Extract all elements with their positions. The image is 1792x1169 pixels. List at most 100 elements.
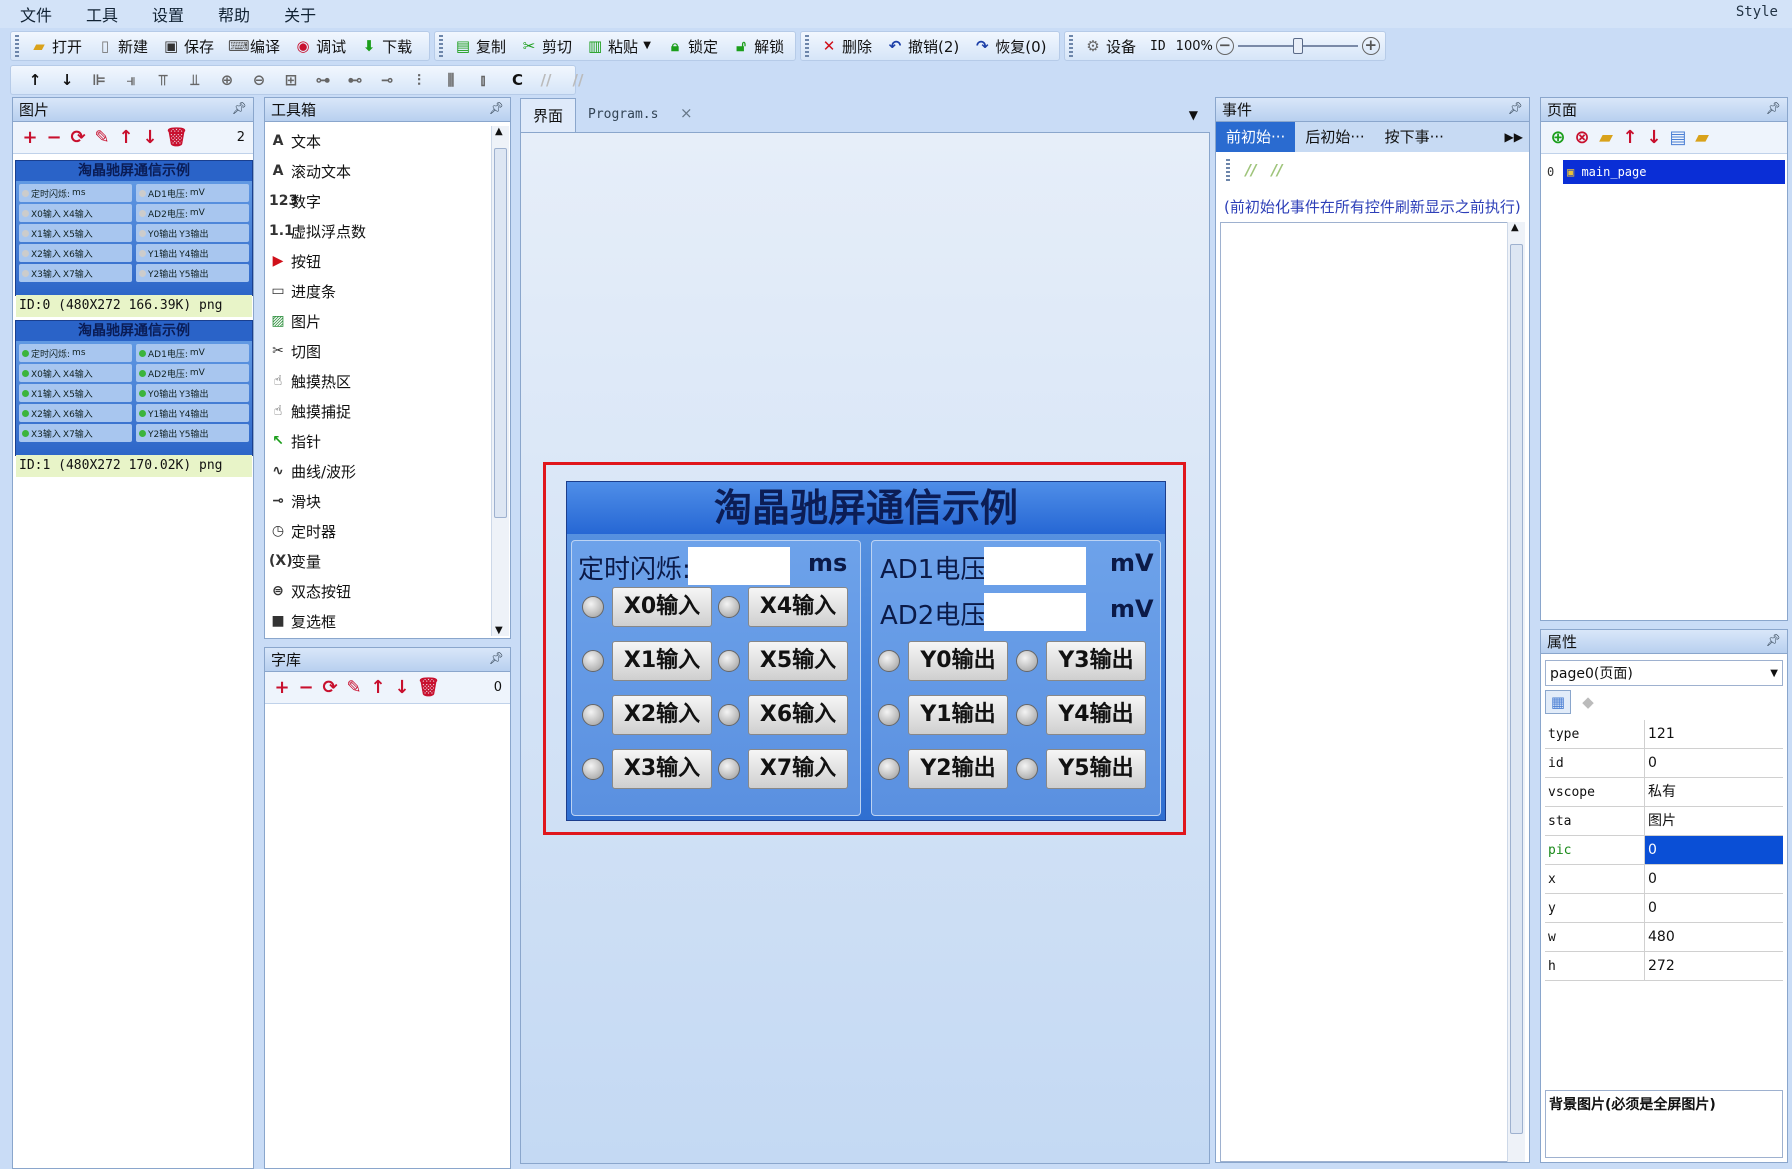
replace-icon[interactable]: ⟳ — [321, 678, 339, 697]
new-button[interactable]: ▯ 新建 — [89, 32, 155, 60]
undo-button[interactable]: ↶ 撤销(2) — [879, 32, 966, 60]
pin-icon[interactable]: 📌︎ — [1766, 101, 1781, 115]
redo-button[interactable]: ↷ 恢复(0) — [966, 32, 1053, 60]
property-value[interactable]: 0 — [1645, 749, 1783, 777]
scrollbar-thumb[interactable] — [1510, 244, 1523, 1134]
toolbox-item[interactable]: ∿ 曲线/波形 — [269, 456, 488, 486]
pin-icon[interactable]: 📌︎ — [1766, 633, 1781, 647]
scroll-up-icon[interactable]: ▲ — [1511, 222, 1519, 233]
trash-icon[interactable]: 🗑︎ — [165, 128, 188, 147]
comment-button[interactable]: C — [505, 66, 530, 94]
toolbar-grip[interactable] — [1069, 35, 1073, 57]
toolbox-item[interactable]: 1.1 虚拟浮点数 — [269, 216, 488, 246]
property-row[interactable]: x0 — [1545, 865, 1783, 894]
add-page-icon[interactable]: ⊕ — [1549, 128, 1567, 147]
property-row[interactable]: id 0 — [1545, 749, 1783, 778]
menu-about[interactable]: 关于 — [264, 2, 330, 26]
save-button[interactable]: ▣ 保存 — [155, 32, 221, 60]
property-value[interactable]: 私有 — [1645, 778, 1783, 806]
property-row[interactable]: sta 图片 — [1545, 807, 1783, 836]
output-button[interactable]: Y5输出 — [1046, 749, 1146, 789]
add-icon[interactable]: + — [21, 128, 39, 147]
menu-tools[interactable]: 工具 — [66, 2, 132, 26]
replace-icon[interactable]: ⟳ — [69, 128, 87, 147]
property-value[interactable]: 0 — [1645, 836, 1783, 864]
zoom-slider-thumb[interactable] — [1292, 38, 1303, 54]
device-button[interactable]: ⚙ 设备 — [1077, 32, 1143, 60]
scroll-down-icon[interactable]: ▼ — [495, 625, 503, 636]
hmi-screen[interactable]: 淘晶驰屏通信示例 定时闪烁: ms X0输入 X4输入 X1输入 X5输入 X2输入 X6… — [566, 481, 1166, 821]
scroll-up-icon[interactable]: ▲ — [495, 126, 503, 137]
toolbar-grip[interactable] — [15, 35, 19, 57]
vspacing-button[interactable]: ⫾ — [467, 66, 499, 94]
arrow-up-icon[interactable]: ↑ — [1621, 128, 1639, 147]
toolbox-item[interactable]: ▨ 图片 — [269, 306, 488, 336]
toolbox-scrollbar[interactable]: ▲ ▼ — [491, 126, 509, 636]
output-button[interactable]: Y0输出 — [908, 641, 1008, 681]
toolbox-item[interactable]: A 文本 — [269, 126, 488, 156]
toolbar-grip[interactable] — [805, 35, 809, 57]
id-toggle[interactable]: ID — [1143, 32, 1173, 60]
input-button[interactable]: X1输入 — [612, 641, 712, 681]
property-row[interactable]: h 272 — [1545, 952, 1783, 981]
toolbox-item[interactable]: A 滚动文本 — [269, 156, 488, 186]
toolbox-item[interactable]: ▶ 按钮 — [269, 246, 488, 276]
toolbox-item[interactable]: ■ 复选框 — [269, 606, 488, 636]
unlock-button[interactable]: 🔓︎ 解锁 — [725, 32, 791, 60]
pin-icon[interactable]: 📌︎ — [489, 651, 504, 665]
edit-icon[interactable]: ✎ — [345, 678, 363, 697]
ad1-field[interactable] — [984, 547, 1086, 585]
center-v-button[interactable]: ⊖ — [243, 66, 275, 94]
remove-icon[interactable]: − — [297, 678, 315, 697]
arrow-up-icon[interactable]: ↑ — [369, 678, 387, 697]
menu-help[interactable]: 帮助 — [198, 2, 264, 26]
ad2-field[interactable] — [984, 593, 1086, 631]
property-row[interactable]: w 480 — [1545, 923, 1783, 952]
export-page-icon[interactable]: ▰ — [1693, 128, 1711, 147]
pin-icon[interactable]: 📌︎ — [1508, 101, 1523, 115]
toolbox-item[interactable]: ✂ 切图 — [269, 336, 488, 366]
events-icon[interactable]: ◆ — [1579, 690, 1597, 714]
import-page-icon[interactable]: ▰ — [1597, 128, 1615, 147]
copy-button[interactable]: ▤ 复制 — [447, 32, 513, 60]
comment-lines-button[interactable]: // — [530, 66, 562, 94]
toolbox-item[interactable]: ◷ 定时器 — [269, 516, 488, 546]
spacing-button[interactable]: ⊸ — [371, 66, 403, 94]
tab-list-dropdown-icon[interactable]: ▼ — [1177, 98, 1210, 132]
distribute-h-button[interactable]: ⊶ — [307, 66, 339, 94]
property-value[interactable]: 0 — [1645, 894, 1783, 922]
picture-thumbnail-0[interactable]: 淘晶驰屏通信示例 定时闪烁: ms AD1电压: mV X0输入 X4输入 AD2电压: mV… — [15, 160, 253, 317]
debug-button[interactable]: ◉ 调试 — [287, 32, 353, 60]
chevron-down-icon[interactable]: ▼ — [642, 37, 652, 55]
input-button[interactable]: X7输入 — [748, 749, 848, 789]
tab-interface[interactable]: 界面 — [520, 98, 577, 132]
uncomment-lines-button[interactable]: // — [562, 66, 594, 94]
align-bottom-button[interactable]: ⫫ — [179, 66, 211, 94]
input-button[interactable]: X2输入 — [612, 695, 712, 735]
property-row[interactable]: type 121 — [1545, 720, 1783, 749]
chevron-down-icon[interactable]: ▼ — [1770, 668, 1782, 679]
remove-icon[interactable]: − — [45, 128, 63, 147]
toolbox-item[interactable]: 123 数字 — [269, 186, 488, 216]
lock-button[interactable]: 🔒︎ 锁定 — [659, 32, 725, 60]
add-icon[interactable]: + — [273, 678, 291, 697]
output-button[interactable]: Y3输出 — [1046, 641, 1146, 681]
same-width-button[interactable]: ⊷ — [339, 66, 371, 94]
arrow-down-icon[interactable]: ↓ — [393, 678, 411, 697]
tab-press[interactable]: 按下事··· — [1375, 122, 1454, 152]
tab-close-icon[interactable]: × — [668, 98, 705, 132]
picture-thumbnail-1[interactable]: 淘晶驰屏通信示例 定时闪烁: ms AD1电压: mV X0输入 X4输入 AD2电压: mV… — [15, 320, 253, 477]
tab-program[interactable]: Program.s — [576, 98, 670, 132]
toolbox-item[interactable]: ☝ 触摸捕捉 — [269, 396, 488, 426]
toolbox-item[interactable]: ⊸ 滑块 — [269, 486, 488, 516]
event-code-editor[interactable] — [1220, 222, 1510, 1162]
comment-icon[interactable]: // — [1242, 161, 1260, 179]
toolbar-grip[interactable] — [439, 35, 443, 57]
move-up-button[interactable]: ↑ — [19, 66, 51, 94]
input-button[interactable]: X0输入 — [612, 587, 712, 627]
delete-page-icon[interactable]: ⊗ — [1573, 128, 1591, 147]
toolbox-item[interactable]: ↖ 指针 — [269, 426, 488, 456]
arrow-up-icon[interactable]: ↑ — [117, 128, 135, 147]
output-button[interactable]: Y2输出 — [908, 749, 1008, 789]
property-value[interactable]: 272 — [1645, 952, 1783, 980]
